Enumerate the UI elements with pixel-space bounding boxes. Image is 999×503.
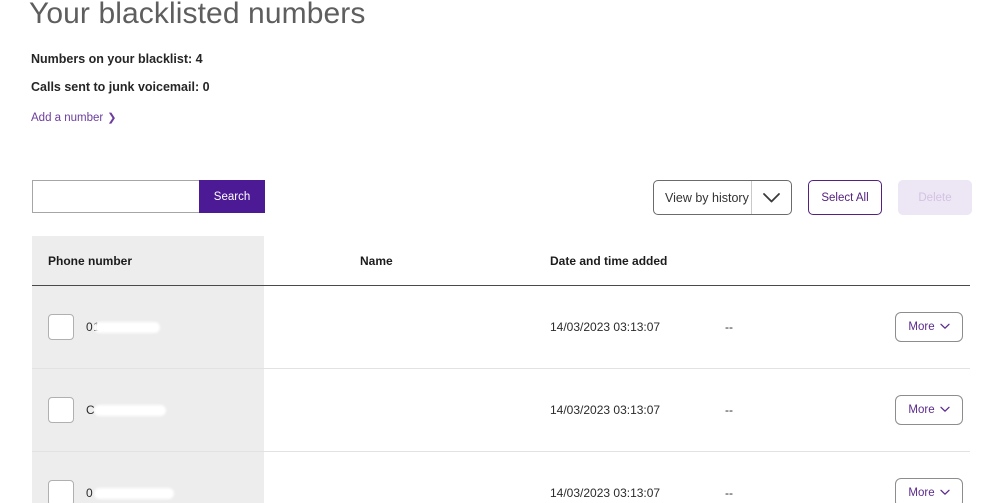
- cell-phone-number: 0: [32, 480, 360, 503]
- redaction-overlay: [94, 488, 174, 499]
- cell-phone-number: 01: [32, 314, 360, 340]
- column-header-phone-number: Phone number: [32, 254, 360, 268]
- page-title: Your blacklisted numbers: [29, 0, 365, 31]
- more-button-label: More: [908, 321, 934, 333]
- phone-number-text: 01: [86, 320, 100, 334]
- search-button[interactable]: Search: [199, 180, 265, 213]
- blacklist-page: Your blacklisted numbers Numbers on your…: [0, 0, 999, 503]
- more-button-label: More: [908, 487, 934, 499]
- delete-button: Delete: [898, 180, 972, 215]
- phone-number-value: C: [86, 403, 95, 417]
- table-row[interactable]: 0 14/03/2023 03:13:07 -- More: [32, 451, 970, 503]
- cell-date-added: 14/03/2023 03:13:07: [550, 403, 725, 417]
- row-checkbox[interactable]: [48, 480, 74, 503]
- more-button[interactable]: More: [895, 478, 963, 503]
- row-checkbox[interactable]: [48, 397, 74, 423]
- chevron-down-icon[interactable]: [751, 181, 791, 214]
- phone-number-text: C: [86, 403, 95, 417]
- cell-extra: --: [725, 486, 860, 500]
- chevron-down-icon: [940, 489, 950, 496]
- stat-calls-sent-to-junk: Calls sent to junk voicemail: 0: [31, 80, 210, 94]
- blacklist-table: Phone number Name Date and time added 01…: [32, 236, 970, 503]
- cell-date-added: 14/03/2023 03:13:07: [550, 486, 725, 500]
- cell-actions: More: [860, 395, 970, 425]
- phone-number-value: 0: [86, 486, 93, 500]
- add-a-number-label: Add a number: [31, 112, 103, 124]
- cell-phone-number: C: [32, 397, 360, 423]
- chevron-down-icon: [940, 406, 950, 413]
- phone-number-text: 0: [86, 486, 93, 500]
- cell-extra: --: [725, 403, 860, 417]
- cell-extra: --: [725, 320, 860, 334]
- stat-numbers-on-blacklist: Numbers on your blacklist: 4: [31, 52, 203, 66]
- table-header-row: Phone number Name Date and time added: [32, 236, 970, 285]
- more-button[interactable]: More: [895, 312, 963, 342]
- row-divider: [32, 368, 970, 369]
- phone-number-value: 01: [86, 320, 100, 334]
- more-button[interactable]: More: [895, 395, 963, 425]
- redaction-overlay: [94, 322, 160, 333]
- more-button-label: More: [908, 404, 934, 416]
- row-checkbox[interactable]: [48, 314, 74, 340]
- redaction-overlay: [94, 405, 166, 416]
- chevron-down-icon: [940, 323, 950, 330]
- search-input[interactable]: [32, 180, 199, 213]
- select-all-button[interactable]: Select All: [808, 180, 882, 215]
- add-a-number-link[interactable]: Add a number ❯: [31, 112, 116, 124]
- column-header-date-added: Date and time added: [550, 254, 725, 268]
- search-group: Search: [32, 180, 265, 213]
- cell-actions: More: [860, 478, 970, 503]
- cell-actions: More: [860, 312, 970, 342]
- table-row[interactable]: 01 14/03/2023 03:13:07 -- More: [32, 285, 970, 368]
- chevron-right-icon: ❯: [107, 113, 116, 124]
- table-row[interactable]: C 14/03/2023 03:13:07 -- More: [32, 368, 970, 451]
- row-divider: [32, 451, 970, 452]
- header-divider: [32, 285, 970, 286]
- table-controls: View by history Select All Delete: [653, 180, 972, 215]
- column-header-name: Name: [360, 254, 550, 268]
- view-by-history-dropdown[interactable]: View by history: [653, 180, 792, 215]
- cell-date-added: 14/03/2023 03:13:07: [550, 320, 725, 334]
- view-by-history-label: View by history: [654, 191, 751, 205]
